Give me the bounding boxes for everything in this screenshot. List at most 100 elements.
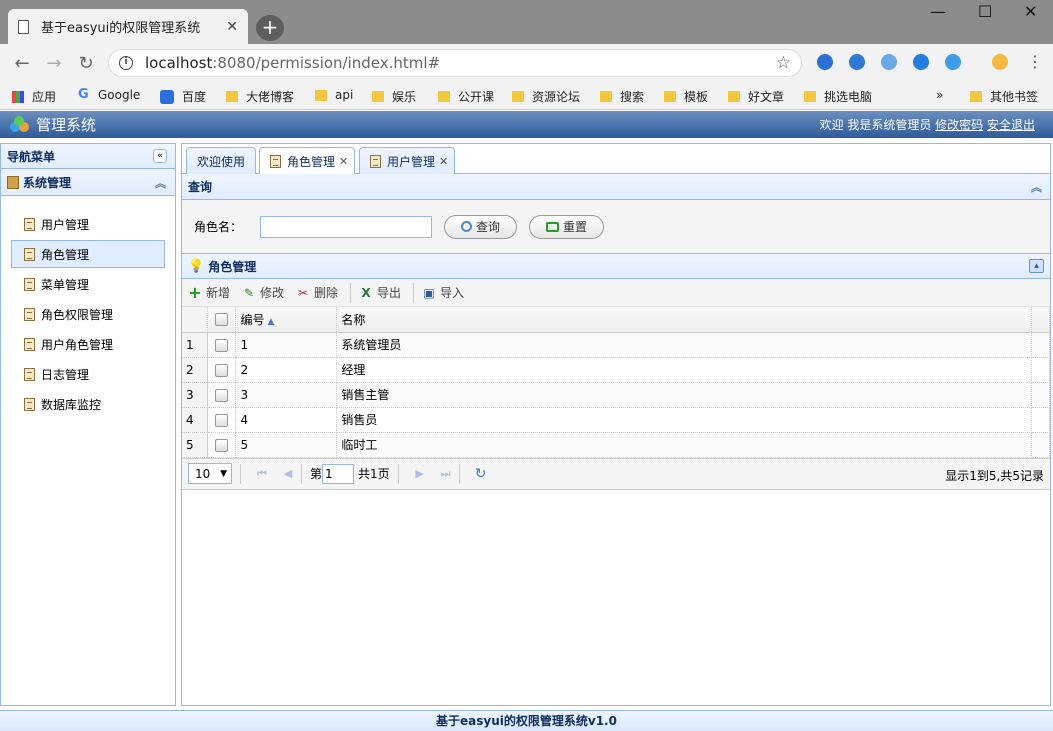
table-row[interactable]: 1 1 系统管理员	[182, 332, 1051, 358]
reload-icon[interactable]: ↻	[70, 53, 102, 74]
window-close-icon[interactable]: ✕	[1024, 2, 1037, 21]
bookmark-folder[interactable]: 资源论坛	[512, 88, 580, 105]
delete-button[interactable]: ✂ 删除	[296, 284, 338, 301]
nav-item-user-role[interactable]: 用户角色管理	[11, 330, 165, 358]
prev-page-icon[interactable]: ◀	[275, 467, 301, 480]
tab-user-management[interactable]: 用户管理 ✕	[359, 147, 456, 174]
extension-icon[interactable]	[817, 54, 833, 70]
tab-close-icon[interactable]: ✕	[226, 19, 238, 35]
folder-icon	[7, 175, 19, 189]
folder-icon	[600, 91, 612, 102]
page-total: 共1页	[358, 467, 390, 481]
column-header-id[interactable]: 编号 ▲	[235, 307, 338, 333]
document-icon	[24, 307, 35, 321]
bookmark-baidu[interactable]: 百度	[160, 88, 206, 105]
bookmark-folder[interactable]: 大佬博客	[226, 88, 294, 105]
page-icon	[18, 19, 29, 34]
back-icon[interactable]: ←	[6, 53, 38, 74]
extension-icon[interactable]	[913, 54, 929, 70]
logout-link[interactable]: 安全退出	[987, 118, 1035, 132]
document-icon	[24, 277, 35, 291]
refresh-icon[interactable]: ↻	[468, 466, 494, 482]
maximize-icon[interactable]: ☐	[978, 2, 992, 21]
bookmark-folder[interactable]: 搜索	[600, 88, 644, 105]
role-name-input[interactable]	[260, 215, 433, 238]
accordion-system-management[interactable]: 系统管理 ︽	[1, 169, 175, 196]
nav-item-user[interactable]: 用户管理	[11, 210, 165, 238]
bookmark-google[interactable]: G Google	[78, 88, 140, 103]
document-icon	[24, 247, 35, 261]
bookmark-star-icon[interactable]: ☆	[776, 53, 791, 73]
document-icon	[24, 337, 35, 351]
edit-button[interactable]: ✎ 修改	[242, 284, 284, 301]
tab-close-icon[interactable]: ✕	[439, 155, 448, 168]
add-icon: +	[188, 282, 202, 302]
excel-icon: X	[361, 285, 371, 300]
bookmark-folder[interactable]: 挑选电脑	[804, 88, 872, 105]
bookmark-folder[interactable]: 娱乐	[372, 88, 416, 105]
next-page-icon[interactable]: ▶	[407, 467, 433, 480]
reset-button[interactable]: 重置	[529, 214, 605, 239]
cell-name: 系统管理员	[336, 332, 1032, 358]
bookmark-folder[interactable]: 公开课	[438, 88, 494, 105]
import-button[interactable]: ▣ 导入	[422, 284, 464, 301]
last-page-icon[interactable]: ⏭	[433, 467, 459, 481]
page-size-select[interactable]: 10 ▼	[188, 463, 232, 484]
export-button[interactable]: X 导出	[359, 284, 401, 301]
column-header-name[interactable]: 名称	[336, 307, 1032, 333]
bookmark-apps[interactable]: 应用	[12, 88, 56, 105]
row-checkbox[interactable]	[215, 413, 229, 427]
bookmark-folder[interactable]: 模板	[664, 88, 708, 105]
cell-id: 2	[235, 357, 338, 383]
table-row[interactable]: 3 3 销售主管	[182, 382, 1051, 408]
tab-role-management[interactable]: 角色管理 ✕	[259, 147, 356, 175]
tab-welcome[interactable]: 欢迎使用	[186, 147, 257, 174]
nav-item-db-monitor[interactable]: 数据库监控	[11, 390, 165, 418]
table-row[interactable]: 4 4 销售员	[182, 407, 1051, 433]
sort-asc-icon: ▲	[267, 316, 275, 327]
minimize-icon[interactable]: —	[930, 2, 946, 21]
browser-tabstrip: 基于easyui的权限管理系统 ✕ + — ☐ ✕	[0, 0, 1053, 44]
pager-separator	[301, 463, 302, 484]
document-icon	[24, 397, 35, 411]
table-row[interactable]: 5 5 临时工	[182, 432, 1051, 458]
bookmark-other[interactable]: 其他书签	[970, 88, 1038, 105]
row-checkbox[interactable]	[215, 363, 229, 377]
welcome-text: 欢迎 我是系统管理员	[819, 118, 936, 132]
chevron-up-icon[interactable]: ︽	[1031, 179, 1042, 195]
extension-icon[interactable]	[849, 54, 865, 70]
info-icon[interactable]: i	[119, 56, 133, 70]
select-all-checkbox[interactable]	[215, 313, 229, 327]
nav-item-log[interactable]: 日志管理	[11, 360, 165, 388]
change-password-link[interactable]: 修改密码	[935, 118, 983, 132]
new-tab-button[interactable]: +	[256, 15, 284, 41]
forward-icon[interactable]: →	[38, 53, 70, 74]
nav-item-role-permission[interactable]: 角色权限管理	[11, 300, 165, 328]
search-button[interactable]: 查询	[444, 214, 518, 239]
browser-tab[interactable]: 基于easyui的权限管理系统 ✕	[8, 9, 248, 44]
profile-avatar-icon[interactable]	[992, 54, 1008, 70]
nav-item-role[interactable]: 角色管理	[11, 240, 165, 268]
first-page-icon[interactable]: ⏮	[249, 467, 275, 481]
bookmarks-more-icon[interactable]: »	[936, 88, 943, 102]
collapse-icon[interactable]: «	[153, 149, 167, 163]
bookmark-folder[interactable]: api	[315, 88, 353, 102]
chevron-up-icon[interactable]: ︽	[155, 175, 166, 191]
row-checkbox[interactable]	[215, 388, 229, 402]
nav-item-menu[interactable]: 菜单管理	[11, 270, 165, 298]
browser-menu-icon[interactable]: ⋮	[1027, 52, 1043, 71]
address-bar[interactable]: i localhost :8080/permission/index.html#…	[108, 49, 802, 77]
cell-name: 销售主管	[336, 382, 1032, 408]
add-button[interactable]: + 新增	[188, 284, 230, 301]
extension-icon[interactable]	[881, 54, 897, 70]
collapse-icon[interactable]: ▴	[1029, 259, 1044, 273]
extension-icon[interactable]	[945, 54, 961, 70]
scrollbar-header	[1031, 307, 1051, 333]
table-row[interactable]: 2 2 经理	[182, 357, 1051, 383]
page-number-input[interactable]: 1	[322, 463, 355, 484]
bookmark-folder[interactable]: 好文章	[728, 88, 784, 105]
row-checkbox[interactable]	[215, 338, 229, 352]
row-checkbox[interactable]	[215, 438, 229, 452]
tab-close-icon[interactable]: ✕	[339, 155, 348, 168]
folder-icon	[728, 91, 740, 102]
